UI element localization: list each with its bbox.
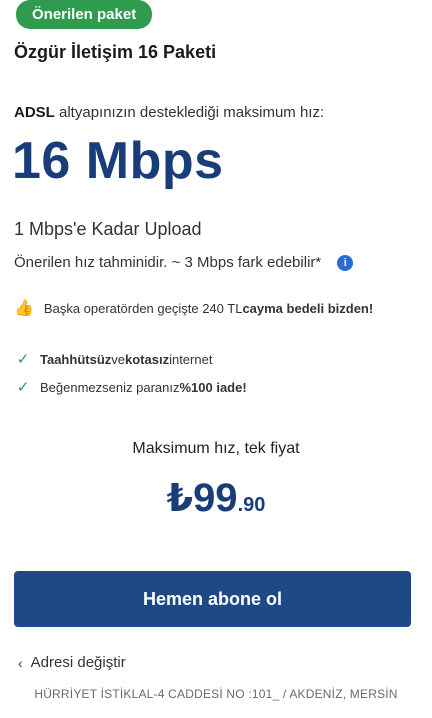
- currency-symbol: ₺: [166, 478, 194, 520]
- subscribe-button[interactable]: Hemen abone ol: [14, 571, 411, 627]
- price-cents: .90: [237, 494, 266, 516]
- feature-item: ✓ Beğenmezseniz paranız %100 iade!: [16, 378, 247, 396]
- thumbs-up-icon: 👍: [14, 300, 34, 317]
- change-address-label: Adresi değiştir: [30, 654, 126, 671]
- max-speed: 16 Mbps: [12, 132, 224, 190]
- promo-text: Başka operatörden geçişte 240 TL: [43, 300, 243, 316]
- address-text: HÜRRİYET İSTİKLAL-4 CADDESİ NO :101_ / A…: [34, 687, 398, 701]
- package-title: Özgür İletişim 16 Paketi: [14, 42, 217, 62]
- infra-desc: altyapınızın desteklediği maksimum hız:: [54, 104, 325, 121]
- feature-text: ve: [111, 351, 125, 367]
- info-icon[interactable]: i: [337, 254, 354, 271]
- change-address-link[interactable]: ‹ Adresi değiştir: [18, 654, 126, 671]
- feature-text: internet: [169, 351, 213, 367]
- feature-text: Beğenmezseniz paranız: [40, 379, 180, 395]
- feature-bold: %100 iade!: [179, 379, 247, 395]
- chevron-left-icon: ‹: [18, 654, 23, 671]
- promo-line: 👍 Başka operatörden geçişte 240 TL cayma…: [14, 298, 373, 318]
- infrastructure-text: ADSL altyapınızın desteklediği maksimum …: [14, 104, 324, 121]
- check-icon: ✓: [16, 379, 30, 396]
- upload-speed: 1 Mbps'e Kadar Upload: [14, 219, 202, 239]
- price-title: Maksimum hız, tek fiyat: [132, 440, 300, 457]
- check-icon: ✓: [16, 351, 30, 368]
- speed-note-text: Önerilen hız tahminidir. ~ 3 Mbps fark e…: [14, 254, 322, 271]
- recommended-badge: Önerilen paket: [16, 0, 153, 29]
- feature-item: ✓ Taahhütsüz ve kotasız internet: [16, 350, 213, 368]
- promo-bold: cayma bedeli bizden!: [242, 300, 374, 316]
- speed-note: Önerilen hız tahminidir. ~ 3 Mbps fark e…: [14, 254, 354, 271]
- price: ₺99.90: [0, 476, 432, 521]
- feature-bold: Taahhütsüz: [40, 351, 112, 367]
- price-main: 99: [193, 476, 238, 520]
- infra-type: ADSL: [14, 104, 55, 121]
- feature-bold: kotasız: [125, 351, 170, 367]
